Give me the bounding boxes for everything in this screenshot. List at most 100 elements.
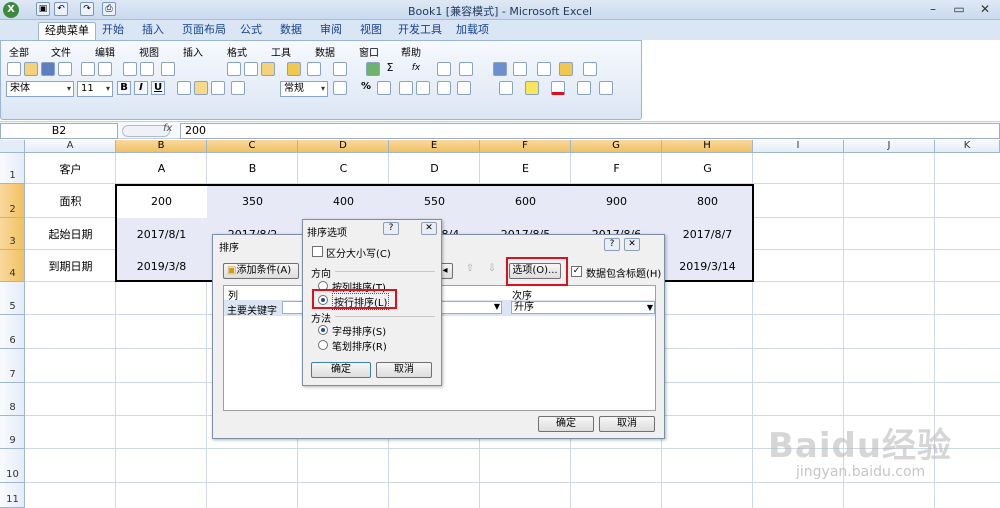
format-painter-icon[interactable] bbox=[287, 62, 301, 76]
cell-a3[interactable]: 起始日期 bbox=[25, 218, 116, 250]
cell-a2[interactable]: 面积 bbox=[25, 184, 116, 218]
column-header-e[interactable]: E bbox=[389, 140, 480, 153]
sort-options-ok-button[interactable]: 确定 bbox=[311, 362, 371, 378]
redo-toolbar-icon[interactable] bbox=[333, 62, 347, 76]
row-header-11[interactable]: 11 bbox=[0, 483, 25, 508]
permission-icon[interactable] bbox=[58, 62, 72, 76]
cell-h4[interactable]: 2019/3/14 bbox=[662, 250, 753, 282]
close-window-icon[interactable]: ✕ bbox=[972, 0, 998, 18]
tab-insert[interactable]: 插入 bbox=[136, 22, 170, 40]
copy-icon[interactable] bbox=[244, 62, 258, 76]
alpha-radio[interactable] bbox=[318, 325, 328, 335]
cell-h2[interactable]: 800 bbox=[662, 184, 753, 218]
tab-home[interactable]: 开始 bbox=[96, 22, 130, 40]
menu-tools[interactable]: 工具 bbox=[271, 44, 291, 59]
stroke-radio[interactable] bbox=[318, 340, 328, 350]
underline-button[interactable]: U bbox=[151, 81, 165, 95]
decrease-indent-icon[interactable] bbox=[437, 81, 451, 95]
cell-g2[interactable]: 900 bbox=[571, 184, 662, 218]
column-header-g[interactable]: G bbox=[571, 140, 662, 153]
cell-f2[interactable]: 600 bbox=[480, 184, 571, 218]
cell-h3[interactable]: 2017/8/7 bbox=[662, 218, 753, 250]
font-name-select[interactable]: 宋体 bbox=[6, 81, 74, 97]
select-all-corner[interactable] bbox=[0, 140, 25, 153]
sort-ok-button[interactable]: 确定 bbox=[538, 416, 594, 432]
cell-d1[interactable]: C bbox=[298, 153, 389, 184]
tab-review[interactable]: 审阅 bbox=[314, 22, 348, 40]
fx-icon[interactable]: fx bbox=[163, 123, 172, 134]
column-header-i[interactable]: I bbox=[753, 140, 844, 153]
cell-b3[interactable]: 2017/8/1 bbox=[116, 218, 207, 250]
fill-color-icon[interactable] bbox=[525, 81, 539, 95]
column-header-a[interactable]: A bbox=[25, 140, 116, 153]
name-box[interactable]: B2 bbox=[0, 123, 118, 139]
case-sensitive-checkbox[interactable] bbox=[312, 246, 323, 257]
align-center-icon[interactable] bbox=[194, 81, 208, 95]
menu-data[interactable]: 数据 bbox=[315, 44, 335, 59]
align-right-icon[interactable] bbox=[211, 81, 225, 95]
row-header-6[interactable]: 6 bbox=[0, 315, 25, 349]
cell-e1[interactable]: D bbox=[389, 153, 480, 184]
formula-input[interactable]: 200 bbox=[180, 123, 1000, 139]
sort-options-cancel-button[interactable]: 取消 bbox=[376, 362, 432, 378]
column-header-b[interactable]: B bbox=[116, 140, 207, 153]
scissors-icon[interactable] bbox=[227, 62, 241, 76]
decrease-decimal-icon[interactable] bbox=[416, 81, 430, 95]
menu-edit[interactable]: 编辑 bbox=[95, 44, 115, 59]
order-select[interactable]: 升序 ▼ bbox=[511, 301, 655, 314]
sort-ascending-icon[interactable] bbox=[437, 62, 451, 76]
picture-icon[interactable] bbox=[583, 62, 597, 76]
sort-cancel-button[interactable]: 取消 bbox=[599, 416, 655, 432]
menu-help[interactable]: 帮助 bbox=[401, 44, 421, 59]
menu-window[interactable]: 窗口 bbox=[359, 44, 379, 59]
spelling-icon[interactable] bbox=[123, 62, 137, 76]
row-header-7[interactable]: 7 bbox=[0, 349, 25, 383]
cell-f1[interactable]: E bbox=[480, 153, 571, 184]
drawing-icon[interactable] bbox=[513, 62, 527, 76]
cell-e2[interactable]: 550 bbox=[389, 184, 480, 218]
menu-all[interactable]: 全部 bbox=[9, 44, 29, 59]
column-header-j[interactable]: J bbox=[844, 140, 935, 153]
column-header-f[interactable]: F bbox=[480, 140, 571, 153]
sort-options-help-button[interactable]: ? bbox=[383, 222, 399, 235]
increase-indent-icon[interactable] bbox=[457, 81, 471, 95]
open-folder-icon[interactable] bbox=[24, 62, 38, 76]
has-header-checkbox[interactable]: ✓ bbox=[571, 266, 582, 277]
add-condition-button[interactable]: ▣添加条件(A) bbox=[223, 263, 299, 279]
autosum-icon[interactable]: Σ bbox=[383, 62, 397, 76]
print-icon[interactable] bbox=[81, 62, 95, 76]
tab-developer[interactable]: 开发工具 bbox=[392, 22, 448, 40]
tab-view[interactable]: 视图 bbox=[354, 22, 388, 40]
hyperlink-icon[interactable] bbox=[366, 62, 380, 76]
shapes-icon[interactable] bbox=[559, 62, 573, 76]
column-header-d[interactable]: D bbox=[298, 140, 389, 153]
new-file-icon[interactable] bbox=[7, 62, 21, 76]
row-header-4[interactable]: 4 bbox=[0, 250, 25, 282]
chart-icon[interactable] bbox=[493, 62, 507, 76]
column-header-c[interactable]: C bbox=[207, 140, 298, 153]
cell-b4[interactable]: 2019/3/8 bbox=[116, 250, 207, 282]
function-icon[interactable]: fx bbox=[409, 62, 423, 76]
research-icon[interactable] bbox=[140, 62, 154, 76]
sort-options-close-button[interactable]: ✕ bbox=[421, 222, 437, 235]
row-header-8[interactable]: 8 bbox=[0, 383, 25, 416]
cell-a4[interactable]: 到期日期 bbox=[25, 250, 116, 282]
font-color-icon[interactable] bbox=[551, 81, 565, 95]
borders-icon[interactable] bbox=[499, 81, 513, 95]
font-size-select[interactable]: 11 bbox=[77, 81, 113, 97]
move-down-icon[interactable]: ⇩ bbox=[485, 263, 499, 279]
row-header-3[interactable]: 3 bbox=[0, 218, 25, 250]
menu-format[interactable]: 格式 bbox=[227, 44, 247, 59]
save-toolbar-icon[interactable] bbox=[41, 62, 55, 76]
cell-styles-icon[interactable] bbox=[577, 81, 591, 95]
menu-insert[interactable]: 插入 bbox=[183, 44, 203, 59]
sort-descending-icon[interactable] bbox=[459, 62, 473, 76]
tab-data[interactable]: 数据 bbox=[274, 22, 308, 40]
increase-decimal-icon[interactable] bbox=[399, 81, 413, 95]
cell-g1[interactable]: F bbox=[571, 153, 662, 184]
number-format-select[interactable]: 常规 bbox=[280, 81, 328, 97]
move-up-icon[interactable]: ⇧ bbox=[463, 263, 477, 279]
paste-icon[interactable] bbox=[261, 62, 275, 76]
row-header-10[interactable]: 10 bbox=[0, 449, 25, 483]
cell-h1[interactable]: G bbox=[662, 153, 753, 184]
